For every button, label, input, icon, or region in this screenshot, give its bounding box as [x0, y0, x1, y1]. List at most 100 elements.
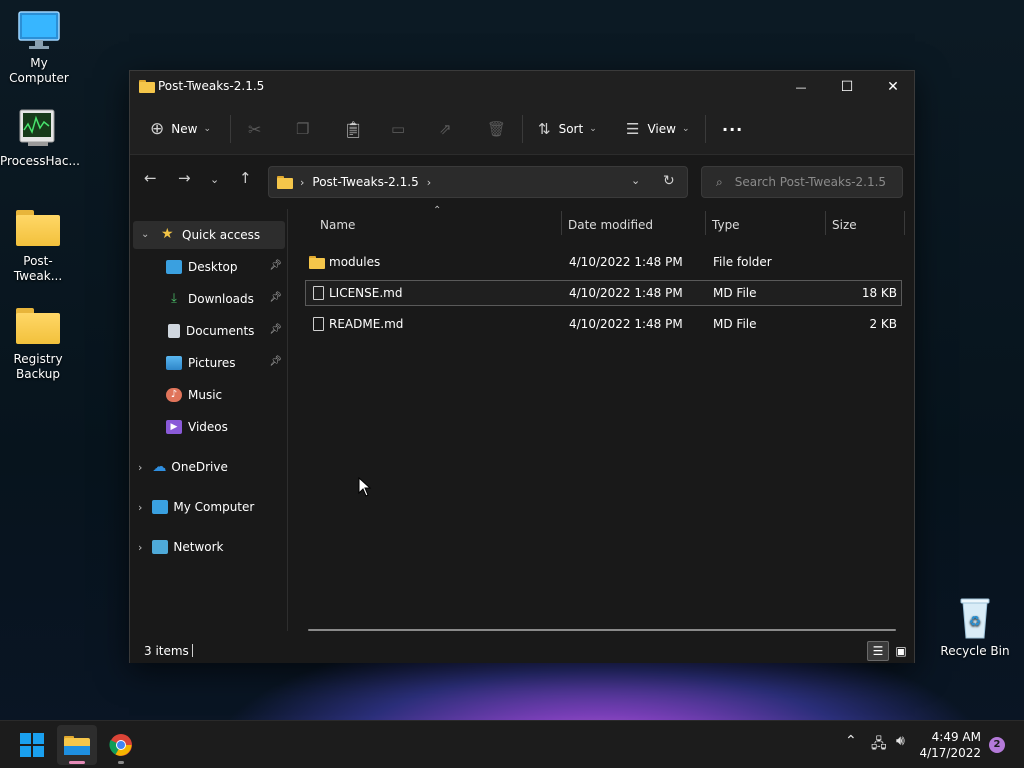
network-icon[interactable]: 🖧︎ [871, 733, 887, 757]
search-placeholder: Search Post-Tweaks-2.1.5 [734, 175, 887, 189]
network-icon [152, 540, 169, 554]
sidebar-item-quick-access[interactable]: ⌄ ★ Quick access [133, 221, 285, 249]
sort-button[interactable]: ⇅ Sort ⌄ [538, 113, 597, 145]
recent-locations-button[interactable]: ⌄ [210, 173, 219, 186]
column-label: Type [712, 218, 740, 232]
taskbar-file-explorer[interactable] [57, 725, 97, 765]
file-row-readme[interactable]: README.md 4/10/2022 1:48 PM MD File 2 KB [305, 311, 902, 337]
navigation-pane: ⌄ ★ Quick access Desktop 📌︎ ⤓ Downloads … [130, 209, 288, 631]
title-bar[interactable]: Post-Tweaks-2.1.5 — ☐ ✕ [130, 71, 914, 103]
file-explorer-icon [64, 736, 90, 755]
show-hidden-icons-button[interactable]: ⌃ [845, 733, 857, 749]
more-options-button[interactable]: ··· [722, 113, 743, 145]
sidebar-item-downloads[interactable]: ⤓ Downloads 📌︎ [166, 285, 286, 313]
address-dropdown-icon[interactable]: ⌄ [631, 174, 640, 187]
maximize-button[interactable]: ☐ [824, 71, 870, 103]
back-button[interactable]: ← [144, 169, 157, 187]
file-list: ⌃ Name Date modified Type Size modules 4… [290, 205, 914, 631]
clock[interactable]: 4:49 AM 4/17/2022 [919, 729, 981, 761]
view-button[interactable]: ☰ View ⌄ [626, 113, 689, 145]
file-row-license[interactable]: LICENSE.md 4/10/2022 1:48 PM MD File 18 … [305, 280, 902, 306]
copy-button[interactable]: ❐ [296, 113, 309, 145]
chevron-down-icon: ⌄ [589, 124, 597, 134]
column-divider[interactable] [561, 211, 562, 235]
breadcrumb-chevron-icon: › [300, 175, 305, 189]
column-header-type[interactable]: Type [712, 211, 824, 239]
taskbar: ⌃ 🖧︎ 🔊︎ 4:49 AM 4/17/2022 2 [0, 720, 1024, 768]
refresh-icon[interactable]: ↻ [663, 173, 675, 189]
column-divider[interactable] [705, 211, 706, 235]
rename-button[interactable]: ▭ [391, 113, 405, 145]
minimize-icon: — [795, 80, 807, 94]
tiles-view-button[interactable]: ▣ [890, 641, 912, 661]
monitor-icon [152, 500, 169, 514]
taskbar-chrome[interactable] [101, 725, 141, 765]
address-bar[interactable]: › Post-Tweaks-2.1.5 › ⌄ ↻ [268, 166, 688, 198]
column-header-date[interactable]: Date modified [568, 211, 704, 239]
divider [522, 115, 523, 143]
sort-icon: ⇅ [538, 120, 551, 138]
sidebar-item-videos[interactable]: ▶ Videos [166, 413, 286, 441]
windows-logo-icon [20, 733, 44, 757]
share-button[interactable]: ⇗ [439, 113, 452, 145]
search-box[interactable]: ⌕ Search Post-Tweaks-2.1.5 [701, 166, 903, 198]
sidebar-item-music[interactable]: ♪ Music [166, 381, 286, 409]
sidebar-item-my-computer[interactable]: › My Computer [138, 493, 286, 521]
sidebar-item-pictures[interactable]: Pictures 📌︎ [166, 349, 286, 377]
sidebar-item-label: Desktop [188, 260, 238, 274]
desktop-icon-label: Post-Tweak... [13, 254, 63, 283]
desktop-icon-recycle-bin[interactable]: ♻ Recycle Bin [937, 596, 1013, 659]
sidebar-item-network[interactable]: › Network [138, 533, 286, 561]
sidebar-item-documents[interactable]: Documents 📌︎ [166, 317, 286, 345]
file-icon [313, 286, 324, 300]
desktop-icon-my-computer[interactable]: My Computer [1, 8, 77, 86]
item-count: 3 items [144, 644, 189, 658]
pin-icon[interactable]: 📌︎ [269, 356, 282, 367]
horizontal-scrollbar[interactable] [308, 629, 896, 631]
notification-badge[interactable]: 2 [989, 737, 1005, 753]
delete-button[interactable]: 🗑︎ [487, 113, 506, 145]
start-button[interactable] [12, 725, 52, 765]
up-button[interactable]: ↑ [239, 169, 252, 187]
pin-icon[interactable]: 📌︎ [269, 324, 282, 335]
chevron-right-icon: › [138, 540, 143, 554]
window-title: Post-Tweaks-2.1.5 [158, 79, 265, 93]
pin-icon[interactable]: 📌︎ [269, 260, 282, 271]
pin-icon[interactable]: 📌︎ [269, 292, 282, 303]
sidebar-item-label: OneDrive [171, 460, 228, 474]
column-divider[interactable] [904, 211, 905, 235]
monitor-icon [15, 8, 63, 52]
column-header-name[interactable]: Name [320, 211, 560, 239]
new-button[interactable]: ⊕ New ⌄ [150, 113, 211, 145]
column-label: Name [320, 218, 356, 232]
column-label: Date modified [568, 218, 654, 232]
file-size: 18 KB [861, 286, 897, 300]
desktop-icon-registry-backup[interactable]: Registry Backup [0, 304, 76, 382]
sidebar-item-label: Pictures [188, 356, 236, 370]
chrome-icon [109, 734, 132, 756]
file-name: LICENSE.md [329, 286, 403, 300]
details-view-button[interactable]: ☰ [867, 641, 889, 661]
desktop-icon-processhacker[interactable]: ProcessHac... [0, 106, 80, 169]
clock-date: 4/17/2022 [919, 746, 981, 760]
chevron-right-icon: › [138, 500, 143, 514]
divider [230, 115, 231, 143]
minimize-button[interactable]: — [778, 71, 824, 103]
sidebar-item-onedrive[interactable]: › ☁ OneDrive [138, 453, 286, 481]
desktop-icon-post-tweaks[interactable]: Post-Tweak... [0, 206, 76, 284]
chevron-right-icon: › [138, 460, 143, 474]
close-button[interactable]: ✕ [870, 71, 916, 103]
file-row-modules[interactable]: modules 4/10/2022 1:48 PM File folder [305, 249, 902, 275]
paste-button[interactable]: 📋︎ [343, 113, 363, 145]
column-header-size[interactable]: Size [832, 211, 902, 239]
clock-time: 4:49 AM [931, 730, 981, 744]
column-divider[interactable] [825, 211, 826, 235]
forward-button[interactable]: → [178, 169, 191, 187]
active-app-indicator [69, 761, 85, 764]
volume-icon[interactable]: 🔊︎ [896, 733, 905, 749]
cut-button[interactable]: ✂ [248, 113, 261, 145]
breadcrumb[interactable]: Post-Tweaks-2.1.5 [312, 175, 418, 189]
file-type: MD File [713, 317, 757, 331]
address-row: ← → ⌄ ↑ › Post-Tweaks-2.1.5 › ⌄ ↻ ⌕ Sear… [130, 155, 914, 209]
sidebar-item-desktop[interactable]: Desktop 📌︎ [166, 253, 286, 281]
